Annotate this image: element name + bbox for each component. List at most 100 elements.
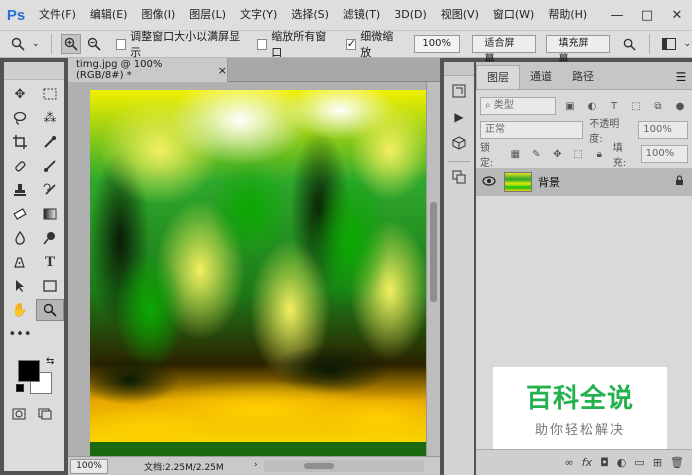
status-zoom-field[interactable]: 100% [70, 458, 108, 474]
clone-stamp-tool-icon[interactable] [6, 179, 34, 201]
layer-comps-icon[interactable] [444, 166, 474, 188]
menu-item[interactable]: 文字(Y) [233, 0, 284, 30]
zoom-percentage-field[interactable]: 100% [413, 35, 460, 53]
document-tab[interactable]: timg.jpg @ 100%(RGB/8#) * × [68, 58, 228, 82]
scrubby-zoom-label: 细微缩放 [360, 30, 394, 59]
lasso-tool-icon[interactable] [6, 107, 34, 129]
menu-item[interactable]: 图层(L) [182, 0, 233, 30]
zoom-all-option[interactable]: 缩放所有窗口 [256, 28, 334, 60]
close-button[interactable]: ✕ [662, 0, 692, 30]
visibility-eye-icon[interactable] [482, 175, 498, 189]
link-layers-icon[interactable]: ∞ [565, 456, 574, 469]
layer-style-fx-icon[interactable]: fx [582, 456, 592, 469]
blur-tool-icon[interactable] [6, 227, 34, 249]
workspace-dropdown-icon[interactable]: ⌄ [682, 34, 692, 54]
lock-all-icon[interactable]: 🔒︎ [592, 146, 607, 162]
quick-mask-icon[interactable] [12, 408, 26, 424]
scrubby-zoom-option[interactable]: 细微缩放 [345, 28, 402, 60]
tab-paths[interactable]: 路径 [562, 65, 604, 89]
menu-item[interactable]: 滤镜(T) [336, 0, 387, 30]
lock-position-icon[interactable]: ✥ [550, 146, 565, 162]
default-colors-icon[interactable] [16, 384, 24, 392]
history-panel-icon[interactable] [444, 80, 474, 102]
eyedropper-tool-icon[interactable] [36, 131, 64, 153]
new-layer-icon[interactable]: ⊞ [653, 456, 662, 469]
crop-tool-icon[interactable] [6, 131, 34, 153]
menu-item[interactable]: 帮助(H) [541, 0, 594, 30]
opacity-field[interactable]: 100% [638, 121, 688, 139]
layer-filter-kind-select[interactable]: ⌕ 类型 [480, 97, 556, 115]
zoom-tool-icon[interactable] [8, 34, 27, 54]
zoom-in-icon[interactable] [61, 34, 81, 54]
screen-mode-icon[interactable] [38, 408, 52, 424]
more-tools-icon[interactable]: ••• [6, 323, 34, 345]
menu-item[interactable]: 窗口(W) [486, 0, 541, 30]
layer-row-background[interactable]: 背景 [476, 168, 692, 196]
vertical-scrollbar[interactable] [426, 82, 440, 456]
blend-mode-select[interactable]: 正常 [480, 121, 584, 139]
pen-tool-icon[interactable] [6, 251, 34, 273]
horizontal-scrollbar[interactable] [264, 460, 424, 472]
zoom-tool-icon[interactable] [36, 299, 64, 321]
fill-screen-button[interactable]: 填充屏幕 [545, 35, 610, 65]
lock-transparent-icon[interactable]: ▦ [508, 146, 523, 162]
move-tool-icon[interactable]: ✥ [6, 83, 34, 105]
tab-channels[interactable]: 通道 [520, 65, 562, 89]
canvas-viewport[interactable] [68, 82, 426, 456]
hand-tool-icon[interactable]: ✋ [6, 299, 34, 321]
rectangle-tool-icon[interactable] [36, 275, 64, 297]
maximize-button[interactable]: □ [632, 0, 662, 30]
lock-image-icon[interactable]: ✎ [529, 146, 544, 162]
adjustment-layer-icon[interactable]: ◐ [617, 456, 627, 469]
menu-item[interactable]: 编辑(E) [83, 0, 135, 30]
delete-layer-icon[interactable]: 🗑︎ [670, 456, 684, 469]
path-selection-tool-icon[interactable] [6, 275, 34, 297]
panel-menu-icon[interactable]: ☰ [670, 65, 692, 89]
layer-name[interactable]: 背景 [538, 174, 560, 190]
gradient-tool-icon[interactable] [36, 203, 64, 225]
menu-item[interactable]: 选择(S) [284, 0, 336, 30]
marquee-tool-icon[interactable] [36, 83, 64, 105]
zoom-out-icon[interactable] [85, 34, 104, 54]
fill-field[interactable]: 100% [640, 145, 689, 163]
brush-tool-icon[interactable] [36, 155, 64, 177]
zoom-all-checkbox[interactable] [256, 38, 268, 50]
healing-brush-tool-icon[interactable] [6, 155, 34, 177]
history-brush-tool-icon[interactable] [36, 179, 64, 201]
scrubby-zoom-checkbox[interactable] [345, 37, 357, 50]
vertical-scroll-thumb[interactable] [430, 202, 437, 302]
foreground-color-swatch[interactable] [18, 360, 40, 382]
filter-smart-object-icon[interactable]: ⧉ [650, 98, 666, 114]
resize-windows-checkbox[interactable] [115, 38, 127, 50]
new-group-icon[interactable]: ▭ [634, 456, 644, 469]
document-tab-close-icon[interactable]: × [218, 64, 227, 77]
minimize-button[interactable]: — [602, 0, 632, 30]
status-menu-chevron-icon[interactable]: › [254, 460, 258, 470]
canvas-image[interactable] [90, 90, 426, 456]
menu-item[interactable]: 3D(D) [387, 0, 434, 30]
filter-pixel-icon[interactable]: ▣ [562, 98, 578, 114]
filter-type-icon[interactable]: T [606, 98, 622, 114]
menu-item[interactable]: 图像(I) [134, 0, 182, 30]
resize-windows-option[interactable]: 调整窗口大小以满屏显示 [115, 28, 245, 60]
actions-play-icon[interactable]: ▶ [444, 106, 474, 128]
filter-adjustment-icon[interactable]: ◐ [584, 98, 600, 114]
add-mask-icon[interactable]: ◘ [600, 456, 609, 469]
filter-toggle-icon[interactable]: ● [672, 98, 688, 114]
type-tool-icon[interactable]: T [36, 251, 64, 273]
menu-item[interactable]: 视图(V) [434, 0, 486, 30]
3d-panel-icon[interactable] [444, 132, 474, 154]
workspace-icon[interactable] [659, 34, 678, 54]
fit-screen-button[interactable]: 适合屏幕 [471, 35, 536, 65]
tab-layers[interactable]: 图层 [476, 65, 520, 89]
tool-preset-dropdown-icon[interactable]: ⌄ [31, 34, 41, 54]
eraser-tool-icon[interactable] [6, 203, 34, 225]
lock-artboard-icon[interactable]: ⬚ [571, 146, 586, 162]
search-icon[interactable] [620, 34, 639, 54]
dodge-tool-icon[interactable] [36, 227, 64, 249]
menu-item[interactable]: 文件(F) [32, 0, 83, 30]
horizontal-scroll-thumb[interactable] [304, 463, 334, 469]
magic-wand-tool-icon[interactable]: ⁂ [36, 107, 64, 129]
filter-shape-icon[interactable]: ⬚ [628, 98, 644, 114]
swap-colors-icon[interactable]: ⇆ [46, 356, 54, 367]
